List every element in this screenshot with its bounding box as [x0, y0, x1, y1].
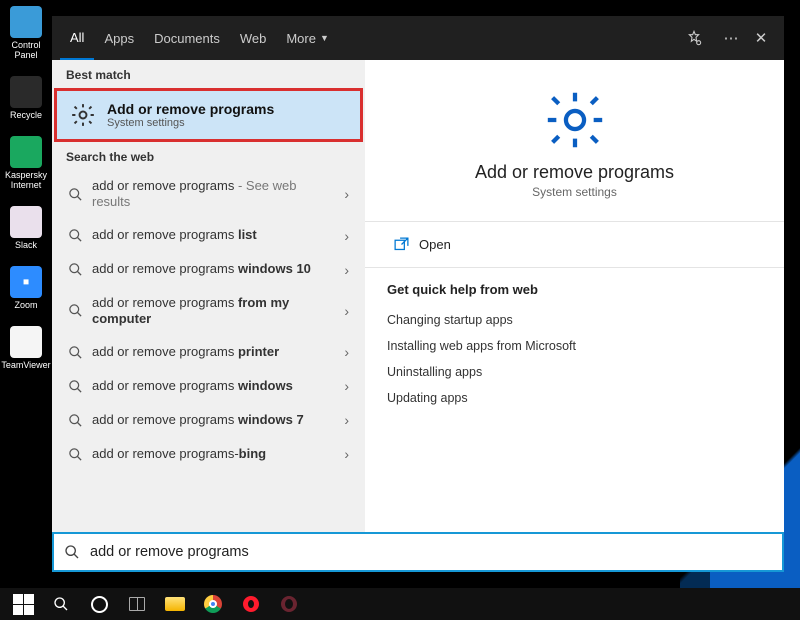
chevron-right-icon[interactable]: ›: [338, 262, 355, 278]
web-search-label: Search the web: [52, 142, 365, 170]
tab-apps[interactable]: Apps: [94, 16, 144, 60]
web-search-suggestion[interactable]: add or remove programs from my computer …: [52, 287, 365, 336]
desktop-icon-label: Recycle: [10, 110, 42, 120]
best-match-title: Add or remove programs: [107, 101, 274, 117]
gear-icon: [69, 101, 97, 129]
chevron-right-icon[interactable]: ›: [338, 228, 355, 244]
chevron-down-icon: ▼: [320, 33, 329, 43]
app-icon: [10, 136, 42, 168]
app-icon: [10, 76, 42, 108]
opera-icon[interactable]: [232, 588, 270, 620]
search-content: Best match Add or remove programs System…: [52, 60, 784, 532]
tab-label: Web: [240, 31, 267, 46]
search-icon: [66, 445, 84, 463]
search-bar[interactable]: [52, 532, 784, 572]
gear-icon: [543, 88, 607, 152]
chevron-right-icon[interactable]: ›: [338, 446, 355, 462]
chevron-right-icon[interactable]: ›: [338, 412, 355, 428]
suggestion-text: add or remove programs windows 10: [92, 261, 338, 277]
close-icon[interactable]: ✕: [746, 29, 776, 47]
best-match-result[interactable]: Add or remove programs System settings: [54, 88, 363, 142]
desktop-icon-label: Control Panel: [4, 40, 48, 60]
tab-label: Apps: [104, 31, 134, 46]
tab-documents[interactable]: Documents: [144, 16, 230, 60]
search-icon: [66, 261, 84, 279]
taskbar: [0, 588, 800, 620]
web-search-suggestion[interactable]: add or remove programs windows 7 ›: [52, 403, 365, 437]
desktop-icons: Control Panel Recycle Kaspersky Internet Sl…: [4, 6, 52, 386]
search-icon: [66, 302, 84, 320]
taskbar-search-icon[interactable]: [42, 588, 80, 620]
chevron-right-icon[interactable]: ›: [338, 344, 355, 360]
desktop-icon[interactable]: Kaspersky Internet: [4, 136, 48, 190]
cortana-icon[interactable]: [80, 588, 118, 620]
opera-gx-icon[interactable]: [270, 588, 308, 620]
quick-help-link[interactable]: Uninstalling apps: [387, 359, 762, 385]
chevron-right-icon[interactable]: ›: [338, 303, 355, 319]
more-options-icon[interactable]: ⋯: [716, 29, 746, 47]
desktop-icon[interactable]: ▪ Zoom: [4, 266, 48, 310]
start-search-panel: All Apps Documents Web More ▼ ⋯ ✕ Best match …: [52, 16, 784, 572]
search-tabs: All Apps Documents Web More ▼ ⋯ ✕: [52, 16, 784, 60]
tab-label: Documents: [154, 31, 220, 46]
best-match-subtitle: System settings: [107, 117, 274, 129]
desktop-icon-label: Slack: [15, 240, 37, 250]
open-icon: [389, 236, 413, 253]
suggestion-text: add or remove programs-bing: [92, 446, 338, 462]
open-action[interactable]: Open: [387, 222, 762, 267]
search-icon: [66, 377, 84, 395]
suggestion-text: add or remove programs - See web results: [92, 178, 338, 211]
quick-help-heading: Get quick help from web: [387, 268, 762, 307]
desktop-icon-label: Kaspersky Internet: [4, 170, 48, 190]
desktop-icon-label: TeamViewer: [1, 360, 50, 370]
feedback-icon[interactable]: [686, 30, 716, 46]
best-match-label: Best match: [52, 60, 365, 88]
suggestion-text: add or remove programs from my computer: [92, 295, 338, 328]
open-label: Open: [419, 237, 451, 252]
suggestion-text: add or remove programs printer: [92, 344, 338, 360]
web-search-suggestion[interactable]: add or remove programs list ›: [52, 219, 365, 253]
web-search-suggestion[interactable]: add or remove programs printer ›: [52, 335, 365, 369]
desktop-icon[interactable]: Control Panel: [4, 6, 48, 60]
results-left-pane: Best match Add or remove programs System…: [52, 60, 365, 532]
suggestion-text: add or remove programs windows 7: [92, 412, 338, 428]
file-explorer-icon[interactable]: [156, 588, 194, 620]
desktop-icon[interactable]: Slack: [4, 206, 48, 250]
task-view-icon[interactable]: [118, 588, 156, 620]
app-icon: [10, 6, 42, 38]
search-icon: [66, 185, 84, 203]
web-search-suggestion[interactable]: add or remove programs-bing ›: [52, 437, 365, 471]
search-icon: [66, 411, 84, 429]
desktop-icon[interactable]: TeamViewer: [4, 326, 48, 370]
details-right-pane: Add or remove programs System settings O…: [365, 60, 784, 532]
search-icon: [54, 544, 90, 560]
tab-more[interactable]: More ▼: [276, 16, 339, 60]
web-search-suggestion[interactable]: add or remove programs - See web results…: [52, 170, 365, 219]
quick-help-link[interactable]: Installing web apps from Microsoft: [387, 333, 762, 359]
web-search-suggestion[interactable]: add or remove programs windows 10 ›: [52, 253, 365, 287]
desktop-icon[interactable]: Recycle: [4, 76, 48, 120]
chevron-right-icon[interactable]: ›: [338, 378, 355, 394]
quick-help-link[interactable]: Changing startup apps: [387, 307, 762, 333]
details-title: Add or remove programs: [387, 162, 762, 183]
web-search-suggestion[interactable]: add or remove programs windows ›: [52, 369, 365, 403]
suggestion-text: add or remove programs windows: [92, 378, 338, 394]
details-subtitle: System settings: [387, 185, 762, 199]
tab-web[interactable]: Web: [230, 16, 277, 60]
start-button[interactable]: [4, 588, 42, 620]
tab-all[interactable]: All: [60, 16, 94, 60]
tab-label: All: [70, 30, 84, 45]
chevron-right-icon[interactable]: ›: [338, 186, 355, 202]
chrome-icon[interactable]: [194, 588, 232, 620]
app-icon: [10, 326, 42, 358]
desktop-icon-label: Zoom: [14, 300, 37, 310]
app-icon: [10, 206, 42, 238]
search-icon: [66, 227, 84, 245]
app-icon: ▪: [10, 266, 42, 298]
suggestion-text: add or remove programs list: [92, 227, 338, 243]
search-icon: [66, 343, 84, 361]
tab-label: More: [286, 31, 316, 46]
search-input[interactable]: [90, 544, 782, 560]
quick-help-link[interactable]: Updating apps: [387, 385, 762, 411]
